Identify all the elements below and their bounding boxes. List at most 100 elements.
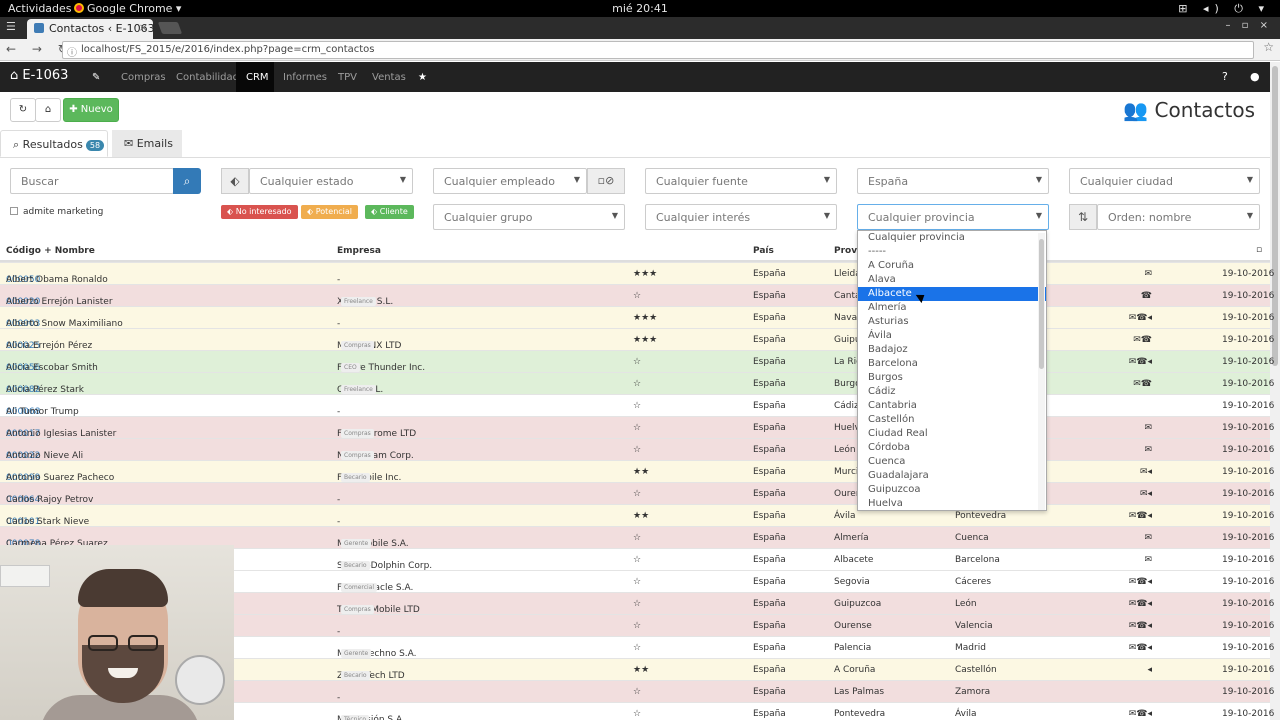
user-icon[interactable]: ●: [1250, 70, 1260, 83]
marketing-checkbox[interactable]: admite marketing: [10, 207, 103, 217]
info-icon[interactable]: ⓘ: [67, 44, 77, 59]
table-row[interactable]: 000068 Ali Tumor Trump - ☆ España Cádiz 19-10…: [0, 394, 1274, 417]
contact-channel-icons: ✉: [1144, 423, 1152, 433]
clock[interactable]: mié 20:41: [0, 2, 1280, 15]
nav-contabilidad[interactable]: Contabilidad: [176, 72, 239, 83]
dropdown-scrollbar[interactable]: [1038, 233, 1045, 510]
rating-stars: ★★★: [633, 269, 658, 279]
orden-select[interactable]: Orden: nombre ▼: [1097, 204, 1260, 230]
new-tab-button[interactable]: [157, 22, 183, 34]
contact-ciudad: Barcelona: [955, 555, 1000, 565]
provincia-option[interactable]: A Coruña: [858, 259, 1046, 273]
provincia-option[interactable]: -----: [858, 245, 1046, 259]
provincia-select[interactable]: Cualquier provincia ▼: [857, 204, 1049, 230]
table-row[interactable]: 000017 Antonio Iglesias Lanister Fake_Chr…: [0, 416, 1274, 439]
table-row[interactable]: 000101 Carlos Stark Nieve - ★★ España Ávila P…: [0, 504, 1274, 527]
contact-fecha: 19-10-2016: [1222, 357, 1275, 367]
provincia-option[interactable]: Barcelona: [858, 357, 1046, 371]
provincia-option[interactable]: Cádiz: [858, 385, 1046, 399]
marketing-checkbox-label: admite marketing: [23, 207, 104, 217]
contact-pais: España: [753, 445, 786, 455]
export-icon[interactable]: ▫: [1256, 245, 1262, 255]
caret-down-icon: ▼: [573, 175, 580, 184]
ciudad-select[interactable]: Cualquier ciudad ▼: [1069, 168, 1260, 194]
window-menu-icon[interactable]: ☰: [6, 20, 16, 33]
cliente-filter-label: Cliente: [379, 207, 408, 216]
nav-compras[interactable]: Compras: [121, 72, 166, 83]
empleado-select[interactable]: Cualquier empleado ▼: [433, 168, 587, 194]
cliente-filter[interactable]: ⬖ Cliente: [365, 205, 414, 219]
rating-stars: ☆: [633, 445, 642, 455]
bookmark-star-icon[interactable]: ☆: [1263, 40, 1274, 54]
home-button[interactable]: ⌂: [35, 98, 61, 122]
potencial-filter[interactable]: ⬖ Potencial: [301, 205, 359, 219]
contact-provincia: Cádiz: [834, 401, 859, 411]
header-pais[interactable]: País: [753, 246, 774, 256]
provincia-option[interactable]: Castellón: [858, 413, 1046, 427]
nav-ventas[interactable]: Ventas: [372, 72, 406, 83]
ban-toggle[interactable]: ▫⊘: [587, 168, 625, 194]
estado-select[interactable]: Cualquier estado ▼: [249, 168, 413, 194]
provincia-option[interactable]: Albacete: [858, 287, 1046, 301]
provincia-option[interactable]: Ciudad Real: [858, 427, 1046, 441]
search-button[interactable]: ⌕: [173, 168, 201, 194]
fuente-select[interactable]: Cualquier fuente ▼: [645, 168, 837, 194]
provincia-option[interactable]: Asturias: [858, 315, 1046, 329]
url-field[interactable]: ⓘ localhost/FS_2015/e/2016/index.php?pag…: [62, 41, 1254, 59]
wrench-icon[interactable]: ✎: [92, 72, 100, 83]
contact-channel-icons: ✉: [1144, 555, 1152, 565]
table-row[interactable]: 000056 Alicia Escobar Smith Future Thunde…: [0, 350, 1274, 373]
header-codigo[interactable]: Código + Nombre: [6, 246, 95, 256]
nav-informes[interactable]: Informes: [283, 72, 327, 83]
cargo-tag: Becario: [341, 671, 370, 680]
provincia-option[interactable]: Burgos: [858, 371, 1046, 385]
provincia-option[interactable]: Cantabria: [858, 399, 1046, 413]
provincia-option[interactable]: Almería: [858, 301, 1046, 315]
pais-select[interactable]: España ▼: [857, 168, 1049, 194]
help-icon[interactable]: ?: [1222, 70, 1228, 83]
close-tab-icon[interactable]: ×: [139, 21, 148, 34]
caret-down-icon: ▼: [823, 211, 830, 220]
refresh-button[interactable]: ↻: [10, 98, 36, 122]
window-controls[interactable]: – ▫ ×: [1225, 20, 1272, 31]
grupo-select[interactable]: Cualquier grupo ▼: [433, 204, 625, 230]
provincia-option[interactable]: Córdoba: [858, 441, 1046, 455]
tab-emails[interactable]: ✉ Emails: [112, 130, 182, 157]
rating-stars: ☆: [633, 577, 642, 587]
table-row[interactable]: 000099 Antonio Suarez PachecoFX*Mobile I…: [0, 460, 1274, 483]
provincia-option[interactable]: Cuenca: [858, 455, 1046, 469]
header-empresa[interactable]: Empresa: [337, 246, 381, 256]
table-row[interactable]: 000064 Carlos Rajoy Petrov - ☆ España Ourer ✉…: [0, 482, 1274, 505]
provincia-dropdown[interactable]: Cualquier provincia ----- A Coruña Alava Alb…: [857, 230, 1047, 511]
search-input[interactable]: Buscar: [10, 168, 174, 194]
provincia-option[interactable]: Guadalajara: [858, 469, 1046, 483]
provincia-option[interactable]: Badajoz: [858, 343, 1046, 357]
interes-select[interactable]: Cualquier interés ▼: [645, 204, 837, 230]
table-row[interactable]: 000050 Albert Obama Ronaldo - ★★★ España Lle…: [0, 262, 1274, 285]
browser-tab[interactable]: Contactos ‹ E-1063 ×: [27, 19, 155, 39]
provincia-option[interactable]: Ávila: [858, 329, 1046, 343]
table-row[interactable]: 000022 Antonio Nieve Ali Neo/Steam Corp. C…: [0, 438, 1274, 461]
table-row[interactable]: 000020 Alberto Errejón LanisterX Phone S…: [0, 284, 1274, 307]
new-button[interactable]: ✚ Nuevo: [63, 98, 119, 122]
no-interesado-filter[interactable]: ⬖ No interesado: [221, 205, 298, 219]
rating-stars: ☆: [633, 687, 642, 697]
nav-crm[interactable]: CRM: [246, 72, 269, 83]
tab-resultados[interactable]: ⌕ Resultados 58: [0, 130, 108, 157]
contact-channel-icons: ✉◂: [1139, 467, 1152, 477]
home-icon: ⌂: [44, 104, 52, 115]
table-row[interactable]: 000025 Alicia Errejón PérezMiracleNX LTD…: [0, 328, 1274, 351]
system-tray[interactable]: ⊞ ◂) ⏻ ▾: [1178, 2, 1270, 16]
provincia-option[interactable]: Cualquier provincia: [858, 231, 1046, 245]
table-row[interactable]: 000082 Alicia Pérez StarkQ*Cat S.L.Freel…: [0, 372, 1274, 395]
contact-fecha: 19-10-2016: [1222, 621, 1275, 631]
nav-tpv[interactable]: TPV: [338, 72, 357, 83]
provincia-option[interactable]: Alava: [858, 273, 1046, 287]
star-icon[interactable]: ★: [418, 72, 427, 83]
cargo-tag: Becario: [341, 561, 370, 570]
dropdown-scrollbar-thumb[interactable]: [1039, 239, 1044, 369]
provincia-option[interactable]: Guipuzcoa: [858, 483, 1046, 497]
provincia-option[interactable]: Huelva: [858, 497, 1046, 510]
brand[interactable]: ⌂ E-1063: [10, 68, 68, 83]
table-row[interactable]: 000003 Alberto Snow Maximiliano - ★★★ Españ…: [0, 306, 1274, 329]
